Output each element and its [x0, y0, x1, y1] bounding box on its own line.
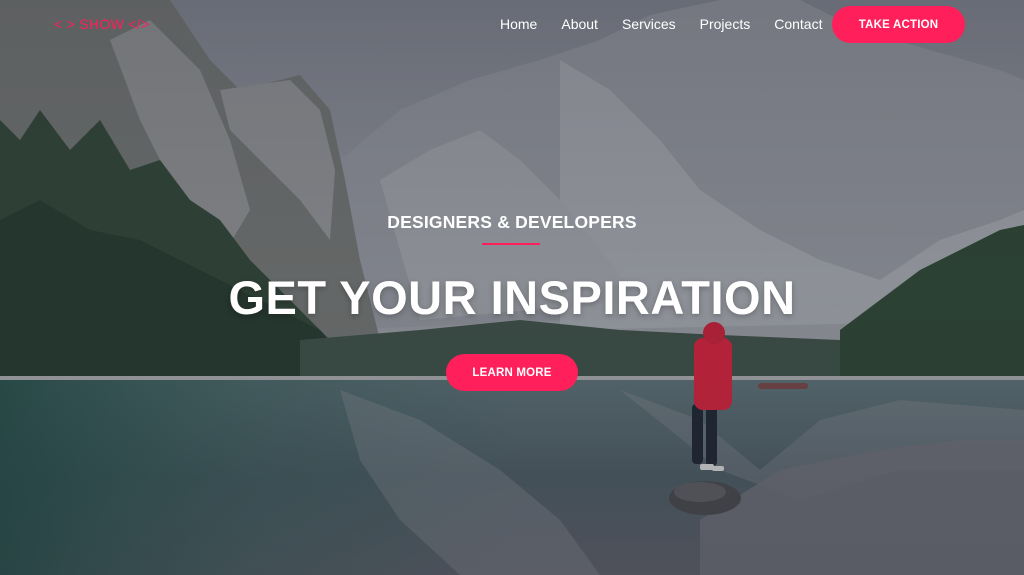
hero-subtitle: DESIGNERS & DEVELOPERS — [387, 212, 637, 232]
navbar: < > SHOW </> Home About Services Project… — [0, 0, 1024, 50]
nav-link-home[interactable]: Home — [500, 16, 537, 32]
take-action-button[interactable]: TAKE ACTION — [832, 6, 965, 43]
logo-link[interactable]: < > SHOW </> — [54, 16, 149, 32]
nav-link-projects[interactable]: Projects — [700, 16, 751, 32]
learn-more-button[interactable]: LEARN MORE — [446, 354, 578, 391]
nav-link-contact[interactable]: Contact — [774, 16, 822, 32]
nav-link-services[interactable]: Services — [622, 16, 676, 32]
hero-headline: GET YOUR INSPIRATION — [228, 271, 796, 324]
nav-link-about[interactable]: About — [561, 16, 598, 32]
hero-divider — [482, 243, 540, 245]
nav-links: Home About Services Projects Contact — [500, 16, 846, 32]
